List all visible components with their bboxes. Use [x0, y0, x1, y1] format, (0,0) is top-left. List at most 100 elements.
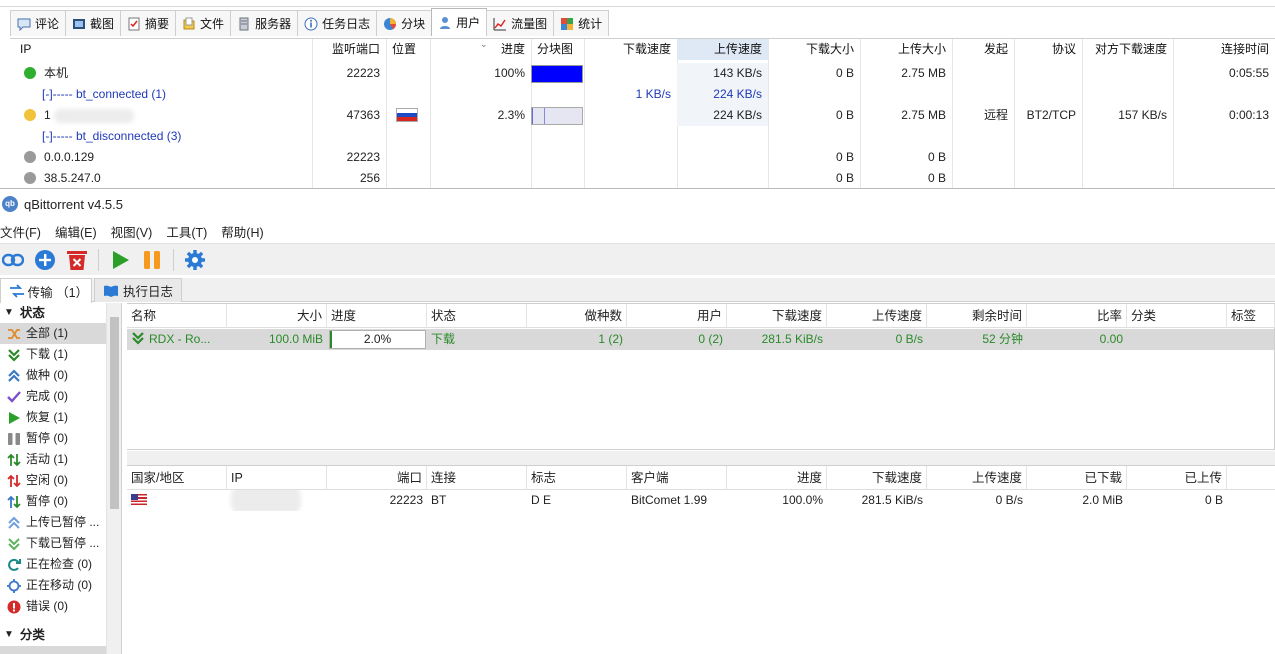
filter-download-paused[interactable]: 下载已暂停 ... — [0, 533, 106, 554]
sidebar-scrollbar[interactable] — [106, 303, 121, 654]
column-header-flags[interactable]: 标志 — [527, 466, 627, 490]
column-header-port[interactable]: 监听端口 — [312, 39, 386, 60]
tab-servers[interactable]: 服务器 — [230, 10, 299, 36]
column-header-piece-map[interactable]: 分块图 — [531, 39, 584, 60]
table-row[interactable]: 本机 22223 100% 143 KB/s 0 B 2.75 MB 0:05:… — [10, 63, 1275, 84]
status-gray-icon — [24, 172, 36, 184]
updown-icon — [6, 452, 21, 467]
filter-completed[interactable]: 完成 (0) — [0, 386, 106, 407]
column-header-progress[interactable]: 进度 — [327, 304, 427, 328]
tab-files[interactable]: 文件 — [175, 10, 232, 36]
menu-edit[interactable]: 编辑(E) — [55, 222, 105, 241]
column-header-peers[interactable]: 用户 — [627, 304, 727, 328]
peer-ip: 本机 — [44, 66, 69, 80]
peer-ip: 0.0.0.129 — [44, 150, 95, 164]
column-header-upload-speed[interactable]: 上传速度 — [927, 466, 1027, 490]
category-all-partial[interactable] — [0, 646, 106, 654]
column-header-country[interactable]: 国家/地区 — [127, 466, 227, 490]
filter-upload-paused[interactable]: 上传已暂停 ... — [0, 512, 106, 533]
column-header-download-speed[interactable]: 下载速度 — [727, 304, 827, 328]
menu-tools[interactable]: 工具(T) — [166, 222, 215, 241]
column-header-status[interactable]: 状态 — [427, 304, 527, 328]
status-filter-header[interactable]: ▼ 状态 — [0, 303, 45, 323]
resume-button[interactable] — [107, 247, 133, 273]
filter-resumed[interactable]: 恢复 (1) — [0, 407, 106, 428]
pause-button[interactable] — [139, 247, 165, 273]
column-header-port[interactable]: 端口 — [327, 466, 427, 490]
column-header-download-speed[interactable]: 下载速度 — [584, 39, 677, 60]
category-filter-header[interactable]: ▼ 分类 — [0, 625, 45, 645]
updown-blue-icon — [6, 494, 21, 509]
column-header-download-size[interactable]: 下载大小 — [768, 39, 860, 60]
panel-splitter[interactable] — [127, 451, 1275, 465]
group-row-connected[interactable]: [-]----- bt_connected (1) 1 KB/s 224 KB/… — [10, 84, 1275, 105]
column-header-progress[interactable]: 进度 — [727, 466, 827, 490]
column-header-eta[interactable]: 剩余时间 — [927, 304, 1027, 328]
redacted-ip — [231, 490, 301, 511]
column-header-downloaded[interactable]: 已下载 — [1027, 466, 1127, 490]
filter-moving[interactable]: 正在移动 (0) — [0, 575, 106, 596]
column-header-uploaded[interactable]: 已上传 — [1127, 466, 1227, 490]
column-header-upload-speed[interactable]: 上传速度 — [827, 304, 927, 328]
column-header-seeds[interactable]: 做种数 — [527, 304, 627, 328]
tab-statistics[interactable]: 统计 — [553, 10, 610, 36]
check-icon — [6, 389, 21, 404]
column-header-tags[interactable]: 标签 — [1227, 304, 1275, 328]
tab-summary[interactable]: 摘要 — [120, 10, 177, 36]
peer-initiator: 远程 — [983, 108, 1008, 122]
delete-torrent-button[interactable] — [64, 247, 90, 273]
column-header-size[interactable]: 大小 — [227, 304, 327, 328]
tab-pieces[interactable]: 分块 — [376, 10, 433, 36]
filter-active[interactable]: 活动 (1) — [0, 449, 106, 470]
column-header-upload-size[interactable]: 上传大小 — [860, 39, 952, 60]
table-row[interactable]: 38.5.247.0 256 0 B 0 B — [10, 168, 1275, 188]
peer-progress: 100% — [494, 66, 525, 80]
column-header-initiator[interactable]: 发起 — [952, 39, 1014, 60]
torrent-progress-bar: 2.0% — [329, 330, 426, 349]
torrent-row[interactable]: RDX - Ro... 100.0 MiB 2.0% 下载 1 (2) 0 (2… — [127, 329, 1274, 350]
tab-comment[interactable]: 评论 — [10, 10, 67, 36]
tab-execution-log[interactable]: 执行日志 — [94, 278, 182, 302]
column-header-client[interactable]: 客户端 — [627, 466, 727, 490]
column-header-location[interactable]: 位置 — [386, 39, 430, 60]
torrent-peers: 0 (2) — [698, 332, 723, 346]
tab-traffic-chart[interactable]: 流量图 — [486, 10, 555, 36]
column-header-category[interactable]: 分类 — [1127, 304, 1227, 328]
column-header-name[interactable]: 名称 — [127, 304, 227, 328]
filter-downloading[interactable]: 下载 (1) — [0, 344, 106, 365]
add-torrent-button[interactable] — [32, 247, 58, 273]
column-header-ratio[interactable]: 比率 — [1027, 304, 1127, 328]
column-header-ip[interactable]: IP — [227, 466, 327, 490]
table-row[interactable]: 1 47363 2.3% 224 KB/s 0 B 2.75 MB 远程 BT2… — [10, 105, 1275, 126]
peer-row[interactable]: 22223 BT D E BitComet 1.99 100.0% 281.5 … — [127, 490, 1275, 511]
filter-paused[interactable]: 暂停 (0) — [0, 428, 106, 449]
tab-users[interactable]: 用户 — [431, 8, 488, 36]
options-button[interactable] — [182, 247, 208, 273]
move-icon — [6, 578, 21, 593]
tab-transfers[interactable]: 传输 （1） — [0, 278, 92, 303]
column-header-protocol[interactable]: 协议 — [1014, 39, 1082, 60]
column-header-download-speed[interactable]: 下载速度 — [827, 466, 927, 490]
column-header-ip[interactable]: IP — [14, 39, 134, 60]
group-row-disconnected[interactable]: [-]----- bt_disconnected (3) — [10, 126, 1275, 147]
tab-task-log[interactable]: 任务日志 — [297, 10, 378, 36]
filter-all[interactable]: 全部 (1) — [0, 323, 106, 344]
filter-inactive[interactable]: 空闲 (0) — [0, 470, 106, 491]
add-link-button[interactable] — [0, 247, 26, 273]
filter-errored[interactable]: 错误 (0) — [0, 596, 106, 617]
column-header-connection[interactable]: 连接 — [427, 466, 527, 490]
column-header-upload-speed[interactable]: 上传速度 — [677, 39, 768, 60]
menu-file[interactable]: 文件(F) — [0, 222, 49, 241]
chevron-down-icon: ▼ — [4, 307, 14, 318]
filter-stalled[interactable]: 暂停 (0) — [0, 491, 106, 512]
menu-help[interactable]: 帮助(H) — [221, 222, 271, 241]
column-header-connection-time[interactable]: 连接时间 — [1173, 39, 1275, 60]
filter-seeding[interactable]: 做种 (0) — [0, 365, 106, 386]
sidebar-scroll-thumb[interactable] — [110, 317, 119, 509]
peer-download-speed: 281.5 KiB/s — [861, 493, 923, 507]
table-row[interactable]: 0.0.0.129 22223 0 B 0 B — [10, 147, 1275, 168]
column-header-peer-download-speed[interactable]: 对方下载速度 — [1082, 39, 1173, 60]
tab-screenshot[interactable]: 截图 — [65, 10, 122, 36]
menu-view[interactable]: 视图(V) — [111, 222, 161, 241]
filter-checking[interactable]: 正在检查 (0) — [0, 554, 106, 575]
